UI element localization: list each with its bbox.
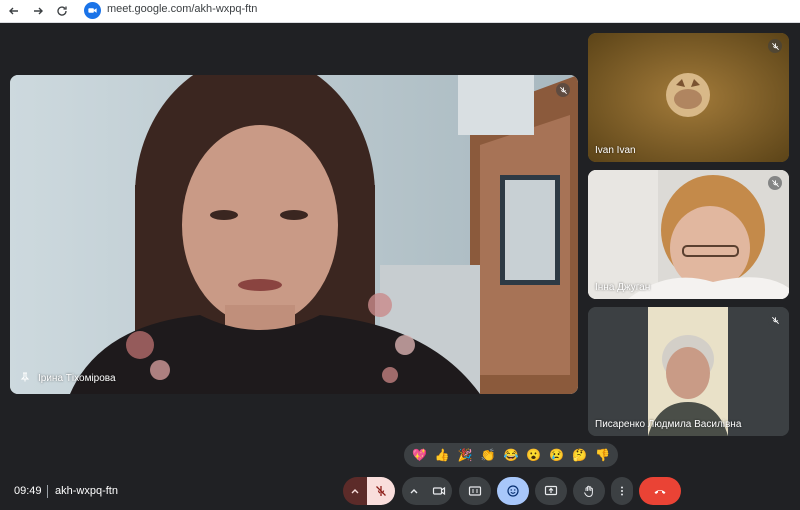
- chevron-up-icon: [410, 489, 418, 494]
- hand-icon: [584, 485, 593, 498]
- chevron-up-icon: [351, 489, 359, 494]
- participant-name: Ivan Ivan: [595, 145, 636, 156]
- raise-hand-button[interactable]: [573, 477, 605, 505]
- forward-button[interactable]: [28, 1, 48, 21]
- arrow-left-icon: [9, 7, 18, 15]
- audio-options-button[interactable]: [343, 477, 367, 505]
- reaction-surprised[interactable]: 😮: [524, 445, 544, 465]
- mic-off-icon: [376, 486, 386, 496]
- site-info-icon[interactable]: [84, 2, 101, 19]
- participant-2-video-feed: [588, 170, 789, 299]
- participant-3-video-feed: [588, 307, 789, 436]
- reaction-thumbs-down[interactable]: 👎: [592, 445, 612, 465]
- reaction-laugh[interactable]: 😂: [501, 445, 521, 465]
- main-video-feed: [10, 75, 578, 394]
- divider: [47, 485, 48, 498]
- participant-1-background: [588, 33, 789, 162]
- reaction-clap[interactable]: 👏: [478, 445, 498, 465]
- back-button[interactable]: [4, 1, 24, 21]
- mic-off-icon: [768, 176, 782, 190]
- address-bar[interactable]: meet.google.com/akh-wxpq-ftn: [107, 3, 257, 15]
- reactions-button[interactable]: [497, 477, 529, 505]
- present-button[interactable]: [535, 477, 567, 505]
- more-options-button[interactable]: [611, 477, 633, 505]
- pin-icon[interactable]: [20, 372, 30, 385]
- browser-bar: meet.google.com/akh-wxpq-ftn: [0, 0, 800, 23]
- present-screen-icon: [544, 485, 558, 496]
- hang-up-icon: [654, 490, 666, 494]
- mic-off-icon: [556, 83, 570, 97]
- participant-name: Писаренко Людмила Василівна: [595, 419, 742, 430]
- leave-call-button[interactable]: [639, 477, 681, 505]
- reactions-bar: 💖 👍 🎉 👏 😂 😮 😢 🤔 👎: [404, 443, 618, 467]
- reload-icon: [57, 6, 67, 16]
- meeting-code: akh-wxpq-ftn: [55, 485, 118, 497]
- more-vert-icon: [621, 486, 623, 496]
- reaction-thumbs-up[interactable]: 👍: [432, 445, 452, 465]
- video-options-button[interactable]: [402, 477, 426, 505]
- clock: 09:49: [14, 485, 42, 497]
- main-video-tile[interactable]: Ірина Тіхомірова: [10, 75, 578, 394]
- captions-icon: [468, 486, 482, 496]
- captions-button[interactable]: [459, 477, 491, 505]
- participant-tile-2[interactable]: Інна Джуган: [588, 170, 789, 299]
- mic-off-icon: [768, 313, 782, 327]
- reload-button[interactable]: [52, 1, 72, 21]
- main-participant-name: Ірина Тіхомірова: [38, 373, 116, 384]
- participant-tile-1[interactable]: Ivan Ivan: [588, 33, 789, 162]
- reaction-sad[interactable]: 😢: [547, 445, 567, 465]
- camera-toggle-button[interactable]: [426, 477, 452, 505]
- mic-off-icon: [768, 39, 782, 53]
- reaction-party[interactable]: 🎉: [455, 445, 475, 465]
- reaction-heart[interactable]: 💖: [409, 445, 429, 465]
- arrow-right-icon: [34, 7, 43, 15]
- participant-name: Інна Джуган: [595, 282, 651, 293]
- mic-toggle-button[interactable]: [367, 477, 395, 505]
- smile-icon: [507, 485, 519, 497]
- camera-icon: [432, 486, 446, 496]
- participant-tile-3[interactable]: Писаренко Людмила Василівна: [588, 307, 789, 436]
- reaction-thinking[interactable]: 🤔: [570, 445, 590, 465]
